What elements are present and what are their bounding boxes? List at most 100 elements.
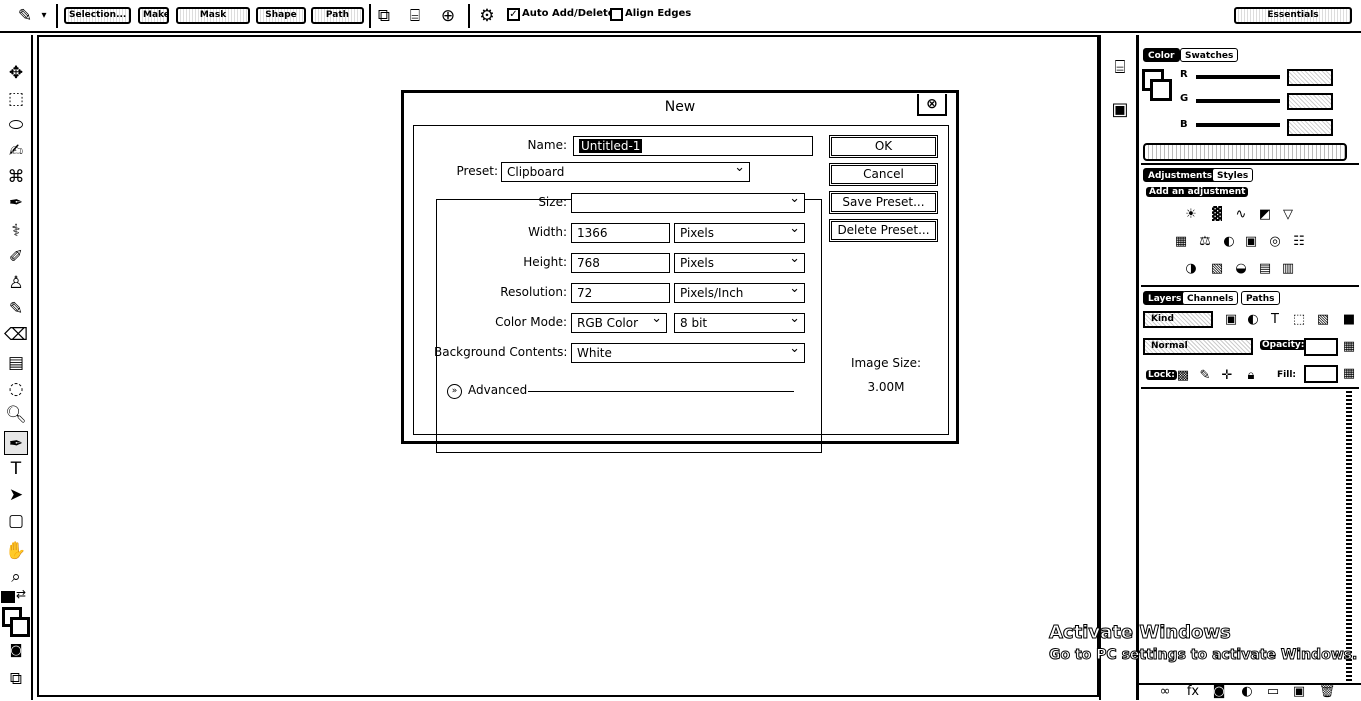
history-brush-icon[interactable]: ✎: [4, 297, 28, 321]
channel-g-slider[interactable]: [1196, 99, 1280, 103]
tab-adjustments[interactable]: Adjustments: [1143, 168, 1218, 182]
crop-icon[interactable]: ⌘: [4, 165, 28, 189]
mask-button[interactable]: Mask: [176, 7, 250, 24]
background-color-swatch[interactable]: [1150, 79, 1172, 101]
lasso-icon[interactable]: ⬭: [4, 113, 28, 137]
marquee-icon[interactable]: ⬚: [4, 87, 28, 111]
tab-styles[interactable]: Styles: [1212, 168, 1254, 182]
combine-icon[interactable]: ⧉: [373, 5, 395, 27]
filter-type-icon[interactable]: T: [1266, 311, 1284, 329]
size-select[interactable]: [571, 193, 805, 213]
layer-style-icon[interactable]: fx: [1184, 683, 1202, 701]
brightness-icon[interactable]: ☀: [1182, 206, 1200, 224]
link-layers-icon[interactable]: ∞: [1156, 683, 1174, 701]
save-preset-button[interactable]: Save Preset...: [829, 191, 938, 214]
layers-scrollbar[interactable]: [1346, 391, 1352, 681]
name-field[interactable]: Untitled-1: [573, 136, 813, 156]
swap-colors-icon[interactable]: ⇄: [16, 587, 26, 601]
height-field[interactable]: 768: [571, 253, 670, 273]
opacity-field[interactable]: [1304, 338, 1338, 356]
levels-icon[interactable]: ▓: [1208, 206, 1226, 224]
posterize-icon[interactable]: ▧: [1208, 260, 1226, 278]
resolution-unit-select[interactable]: Pixels/Inch: [674, 283, 805, 303]
make-button[interactable]: Make: [138, 7, 169, 24]
new-group-icon[interactable]: ▭: [1264, 683, 1282, 701]
healing-icon[interactable]: ⚕: [4, 219, 28, 243]
color-lookup-icon[interactable]: ☷: [1290, 233, 1308, 251]
auto-add-delete-checkbox[interactable]: ✓: [507, 8, 520, 21]
gradient-icon[interactable]: ▤: [4, 351, 28, 375]
photo-filter-icon[interactable]: ▣: [1242, 233, 1260, 251]
eyedropper-icon[interactable]: ✒: [4, 191, 28, 215]
ok-button[interactable]: OK: [829, 135, 938, 158]
layer-filter-kind[interactable]: Kind: [1143, 311, 1213, 328]
width-unit-select[interactable]: Pixels: [674, 223, 805, 243]
chevron-down-icon[interactable]: ▾: [38, 5, 50, 27]
exposure-icon[interactable]: ◩: [1256, 206, 1274, 224]
channel-b-slider[interactable]: [1196, 123, 1280, 127]
advanced-expand-icon[interactable]: »: [447, 384, 462, 399]
subtract-icon[interactable]: ⌸: [404, 5, 426, 27]
align-edges-checkbox[interactable]: [610, 8, 623, 21]
filter-adjustment-icon[interactable]: ◐: [1244, 311, 1262, 329]
move-icon[interactable]: ✥: [4, 61, 28, 85]
tab-swatches[interactable]: Swatches: [1180, 48, 1239, 62]
pen-icon[interactable]: ✒: [4, 431, 28, 455]
height-unit-select[interactable]: Pixels: [674, 253, 805, 273]
filter-smart-object-icon[interactable]: ▧: [1314, 311, 1332, 329]
background-contents-select[interactable]: White: [571, 343, 805, 363]
width-field[interactable]: 1366: [571, 223, 670, 243]
selection-button[interactable]: Selection...: [64, 7, 131, 24]
stamp-icon[interactable]: ♙: [4, 271, 28, 295]
shape-icon[interactable]: ▢: [4, 509, 28, 533]
screen-mode-icon[interactable]: ⧉: [4, 667, 28, 691]
gear-icon[interactable]: ⚙: [476, 5, 498, 27]
channel-r-value[interactable]: [1287, 69, 1333, 86]
eraser-icon[interactable]: ⌫: [4, 323, 28, 347]
lock-image-icon[interactable]: ✎: [1196, 367, 1214, 385]
zoom-icon[interactable]: ⌕: [4, 565, 28, 589]
filter-toggle-icon[interactable]: ■: [1340, 311, 1358, 329]
filter-pixel-icon[interactable]: ▣: [1222, 311, 1240, 329]
cancel-button[interactable]: Cancel: [829, 163, 938, 186]
quick-mask-icon[interactable]: ◙: [4, 639, 28, 663]
history-panel-icon[interactable]: ⌸: [1109, 57, 1131, 79]
tab-color[interactable]: Color: [1143, 48, 1180, 62]
invert-icon[interactable]: ◑: [1182, 260, 1200, 278]
color-mode-select[interactable]: RGB Color: [571, 313, 667, 333]
layer-mask-icon[interactable]: ◙: [1210, 683, 1228, 701]
tab-channels[interactable]: Channels: [1182, 291, 1239, 305]
hand-icon[interactable]: ✋: [4, 539, 28, 563]
curves-icon[interactable]: ∿: [1232, 206, 1250, 224]
adjustment-layer-icon[interactable]: ◐: [1238, 683, 1256, 701]
opacity-dropdown-icon[interactable]: ▦: [1340, 338, 1358, 356]
channel-r-slider[interactable]: [1196, 75, 1280, 79]
close-icon[interactable]: ⊗: [917, 94, 947, 116]
tab-layers[interactable]: Layers: [1143, 291, 1187, 305]
lock-all-icon[interactable]: 🔒︎: [1242, 367, 1260, 385]
selective-color-icon[interactable]: ▥: [1279, 260, 1297, 278]
path-select-icon[interactable]: ➤: [4, 483, 28, 507]
blend-mode-select[interactable]: Normal: [1143, 338, 1253, 355]
channel-mixer-icon[interactable]: ◎: [1266, 233, 1284, 251]
color-spectrum-bar[interactable]: [1143, 143, 1347, 161]
brush-icon[interactable]: ✐: [4, 245, 28, 269]
gradient-map-icon[interactable]: ▤: [1256, 260, 1274, 278]
hue-saturation-icon[interactable]: ▦: [1172, 233, 1190, 251]
intersect-icon[interactable]: ⊕: [437, 5, 459, 27]
advanced-label[interactable]: Advanced: [468, 383, 527, 397]
color-balance-icon[interactable]: ⚖: [1196, 233, 1214, 251]
type-icon[interactable]: T: [4, 457, 28, 481]
channel-b-value[interactable]: [1287, 119, 1333, 136]
bit-depth-select[interactable]: 8 bit: [674, 313, 805, 333]
blur-icon[interactable]: ◌: [4, 377, 28, 401]
new-layer-icon[interactable]: ▣: [1290, 683, 1308, 701]
default-colors-icon[interactable]: [1, 591, 15, 603]
background-color-swatch[interactable]: [10, 617, 30, 637]
delete-preset-button[interactable]: Delete Preset...: [829, 219, 938, 242]
black-white-icon[interactable]: ◐: [1220, 233, 1238, 251]
vibrance-icon[interactable]: ▽: [1279, 206, 1297, 224]
resolution-field[interactable]: 72: [571, 283, 670, 303]
delete-layer-icon[interactable]: 🗑︎: [1318, 683, 1336, 701]
pen-icon[interactable]: ✎: [14, 5, 36, 27]
